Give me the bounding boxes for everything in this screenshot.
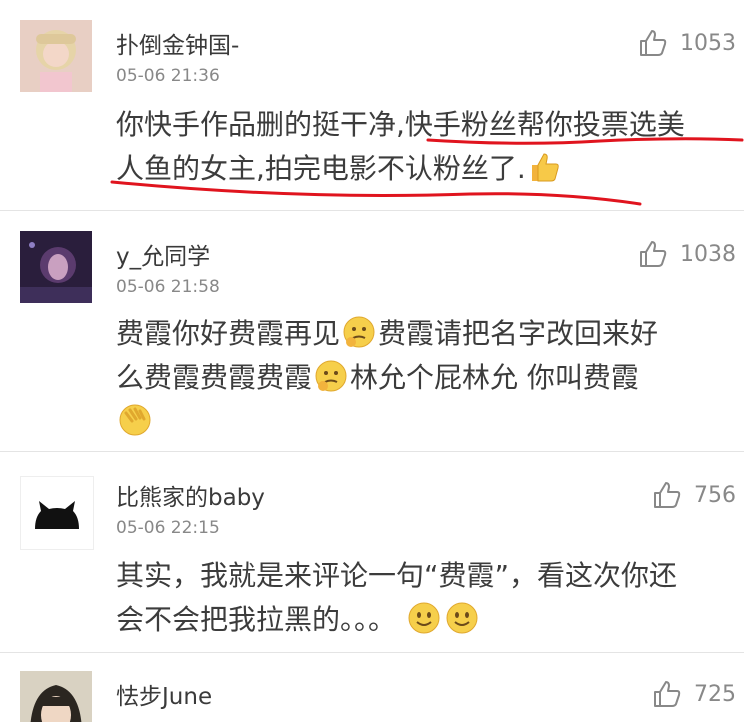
like-button[interactable]: 1038 [638, 239, 736, 269]
like-button[interactable]: 756 [652, 480, 736, 510]
thumbs-up-icon [654, 681, 681, 707]
smiley-face-emoji [408, 602, 440, 634]
avatar[interactable] [20, 476, 94, 550]
comment-line: 其实，我就是来评论一句“费霞”，看这次你还 [116, 559, 678, 592]
comment-text-segment: 费霞你好费霞再见 [116, 317, 341, 350]
comment-text-segment: 会不会把我拉黑的。。。 [116, 603, 397, 636]
comment-text-segment: 林允个屁林允 你叫费霞 [350, 361, 639, 394]
comment-line: 费霞你好费霞再见 费霞请把名字改回来好 [116, 312, 726, 356]
thumbs-up-icon [640, 30, 667, 56]
comment-text-segment: 人鱼的女主,拍完电影不认粉丝了. [116, 152, 526, 185]
comment-text: 费霞你好费霞再见 费霞请把名字改回来好 么费霞费霞费霞 林允个屁林允 你叫费霞 [116, 312, 726, 444]
comment-text-segment: 么费霞费霞费霞 [116, 361, 313, 394]
waving-hand-emoji [119, 404, 151, 436]
comment-item: 怯步June 725 [0, 653, 744, 722]
username[interactable]: 比熊家的baby [116, 478, 265, 512]
comment-item: 比熊家的baby 05-06 22:15 756 其实，我就是来评论一句“费霞”… [0, 452, 744, 652]
like-button[interactable]: 725 [652, 679, 736, 709]
like-count: 756 [694, 482, 736, 508]
like-count: 1038 [680, 241, 736, 267]
timestamp: 05-06 21:36 [116, 66, 220, 86]
username[interactable]: y_允同学 [116, 237, 210, 271]
thinking-face-emoji [343, 316, 375, 348]
avatar[interactable] [20, 671, 92, 722]
thumbs-up-icon [654, 482, 681, 508]
thinking-face-emoji [315, 360, 347, 392]
comment-line: 人鱼的女主,拍完电影不认粉丝了. [116, 147, 726, 191]
avatar[interactable] [20, 231, 92, 303]
comment-line: 么费霞费霞费霞 林允个屁林允 你叫费霞 [116, 356, 726, 400]
comment-text: 你快手作品删的挺干净,快手粉丝帮你投票选美 人鱼的女主,拍完电影不认粉丝了. [116, 103, 726, 191]
like-count: 1053 [680, 30, 736, 56]
comment-line: 会不会把我拉黑的。。。 [116, 598, 726, 642]
username[interactable]: 扑倒金钟国- [116, 26, 239, 60]
like-count: 725 [694, 681, 736, 707]
comment-item: y_允同学 05-06 21:58 1038 费霞你好费霞再见 费霞请把名字改回… [0, 211, 744, 451]
like-button[interactable]: 1053 [638, 28, 736, 58]
avatar[interactable] [20, 20, 92, 92]
thumbs-up-emoji [531, 153, 559, 182]
comment-text-segment: 费霞请把名字改回来好 [378, 317, 659, 350]
username[interactable]: 怯步June [116, 677, 212, 711]
comment-text: 其实，我就是来评论一句“费霞”，看这次你还 会不会把我拉黑的。。。 [116, 554, 726, 642]
timestamp: 05-06 22:15 [116, 518, 220, 538]
comment-line [116, 400, 726, 444]
timestamp: 05-06 21:58 [116, 277, 220, 297]
thumbs-up-icon [640, 241, 667, 267]
smiley-face-emoji [446, 602, 478, 634]
comment-feed: 扑倒金钟国- 05-06 21:36 1053 你快手作品删的挺干净,快手粉丝帮… [0, 0, 744, 722]
comment-item: 扑倒金钟国- 05-06 21:36 1053 你快手作品删的挺干净,快手粉丝帮… [0, 0, 744, 210]
comment-line: 你快手作品删的挺干净,快手粉丝帮你投票选美 [116, 108, 685, 141]
